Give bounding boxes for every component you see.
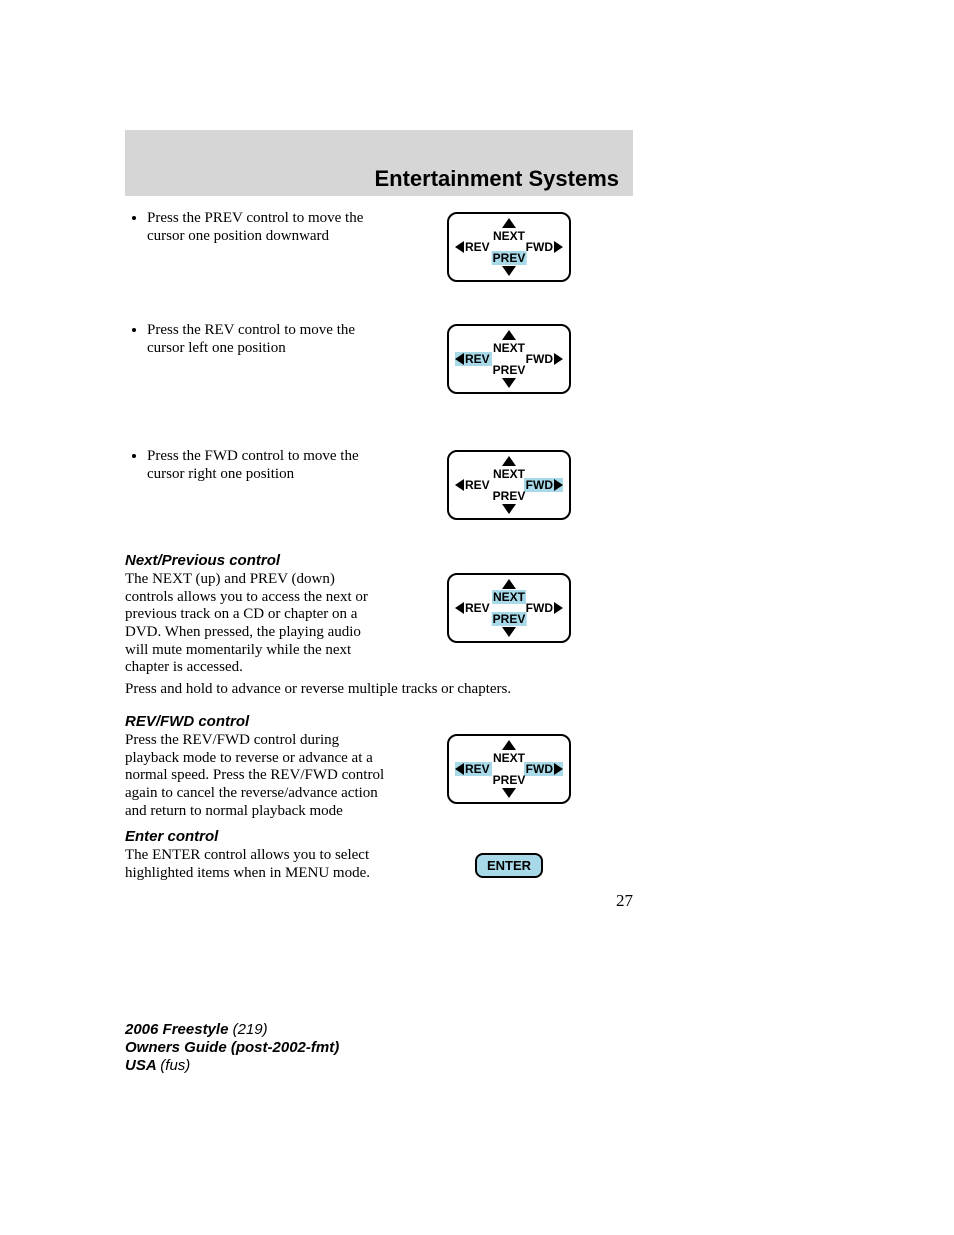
pad-prev-label: PREV [492, 773, 527, 787]
pad-rev-label-highlighted: REV [455, 762, 492, 776]
pad-next-label: NEXT [492, 341, 526, 355]
pad-rev-label: REV [455, 240, 492, 254]
body-nextprev: The NEXT (up) and PREV (down) controls a… [125, 571, 385, 677]
footer: 2006 Freestyle (219) Owners Guide (post-… [125, 1021, 954, 1075]
pad-rev-label: REV [455, 478, 492, 492]
pad-fwd-label-highlighted: FWD [524, 762, 563, 776]
body-nextprev-full: Press and hold to advance or reverse mul… [125, 681, 633, 699]
pad-rev-label-highlighted: REV [455, 352, 492, 366]
enter-button-diagram: ENTER [475, 853, 543, 878]
control-pad-rev: NEXT REV FWD PREV [447, 324, 571, 394]
arrow-up-icon [502, 330, 516, 340]
row-fwd: Press the FWD control to move the cursor… [125, 448, 633, 520]
arrow-down-icon [502, 788, 516, 798]
arrow-left-icon [455, 353, 464, 365]
arrow-left-icon [455, 241, 464, 253]
pad-fwd-label: FWD [524, 240, 563, 254]
arrow-up-icon [502, 579, 516, 589]
page-content: Press the PREV control to move the curso… [125, 210, 633, 911]
control-pad-prev: NEXT REV FWD PREV [447, 212, 571, 282]
footer-region: USA [125, 1057, 160, 1074]
pad-rev-label: REV [455, 601, 492, 615]
arrow-down-icon [502, 378, 516, 388]
arrow-right-icon [554, 241, 563, 253]
pad-next-label: NEXT [492, 467, 526, 481]
row-prev: Press the PREV control to move the curso… [125, 210, 633, 282]
arrow-left-icon [455, 763, 464, 775]
control-pad-revfwd: NEXT REV FWD PREV [447, 734, 571, 804]
arrow-down-icon [502, 266, 516, 276]
body-enter: The ENTER control allows you to select h… [125, 847, 385, 882]
arrow-right-icon [554, 602, 563, 614]
pad-fwd-label-highlighted: FWD [524, 478, 563, 492]
bullet-rev: Press the REV control to move the cursor… [147, 322, 385, 357]
arrow-left-icon [455, 602, 464, 614]
pad-prev-label-highlighted: PREV [492, 612, 527, 626]
page-title: Entertainment Systems [374, 166, 619, 192]
arrow-down-icon [502, 627, 516, 637]
arrow-up-icon [502, 456, 516, 466]
footer-model: 2006 Freestyle [125, 1021, 233, 1038]
bullet-prev: Press the PREV control to move the curso… [147, 210, 385, 245]
row-nextprev: The NEXT (up) and PREV (down) controls a… [125, 571, 633, 677]
pad-next-label-highlighted: NEXT [492, 590, 526, 604]
control-pad-nextprev: NEXT REV FWD PREV [447, 573, 571, 643]
page-number: 27 [125, 891, 633, 911]
arrow-left-icon [455, 479, 464, 491]
body-revfwd: Press the REV/FWD control during playbac… [125, 732, 385, 820]
arrow-up-icon [502, 740, 516, 750]
pad-fwd-label: FWD [524, 352, 563, 366]
subhead-enter: Enter control [125, 828, 633, 845]
bullet-fwd: Press the FWD control to move the cursor… [147, 448, 385, 483]
pad-prev-label: PREV [492, 489, 527, 503]
pad-prev-label-highlighted: PREV [492, 251, 527, 265]
subhead-revfwd: REV/FWD control [125, 713, 633, 730]
pad-next-label: NEXT [492, 229, 526, 243]
footer-code: (219) [233, 1021, 268, 1038]
row-rev: Press the REV control to move the cursor… [125, 322, 633, 394]
footer-guide: Owners Guide (post-2002-fmt) [125, 1039, 339, 1056]
arrow-right-icon [554, 353, 563, 365]
row-enter: The ENTER control allows you to select h… [125, 847, 633, 882]
pad-fwd-label: FWD [524, 601, 563, 615]
footer-region-code: (fus) [160, 1057, 190, 1074]
row-revfwd: Press the REV/FWD control during playbac… [125, 732, 633, 820]
control-pad-fwd: NEXT REV FWD PREV [447, 450, 571, 520]
pad-prev-label: PREV [492, 363, 527, 377]
arrow-up-icon [502, 218, 516, 228]
arrow-right-icon [554, 763, 563, 775]
arrow-right-icon [554, 479, 563, 491]
arrow-down-icon [502, 504, 516, 514]
header-band: Entertainment Systems [125, 130, 633, 196]
pad-next-label: NEXT [492, 751, 526, 765]
subhead-nextprev: Next/Previous control [125, 552, 633, 569]
